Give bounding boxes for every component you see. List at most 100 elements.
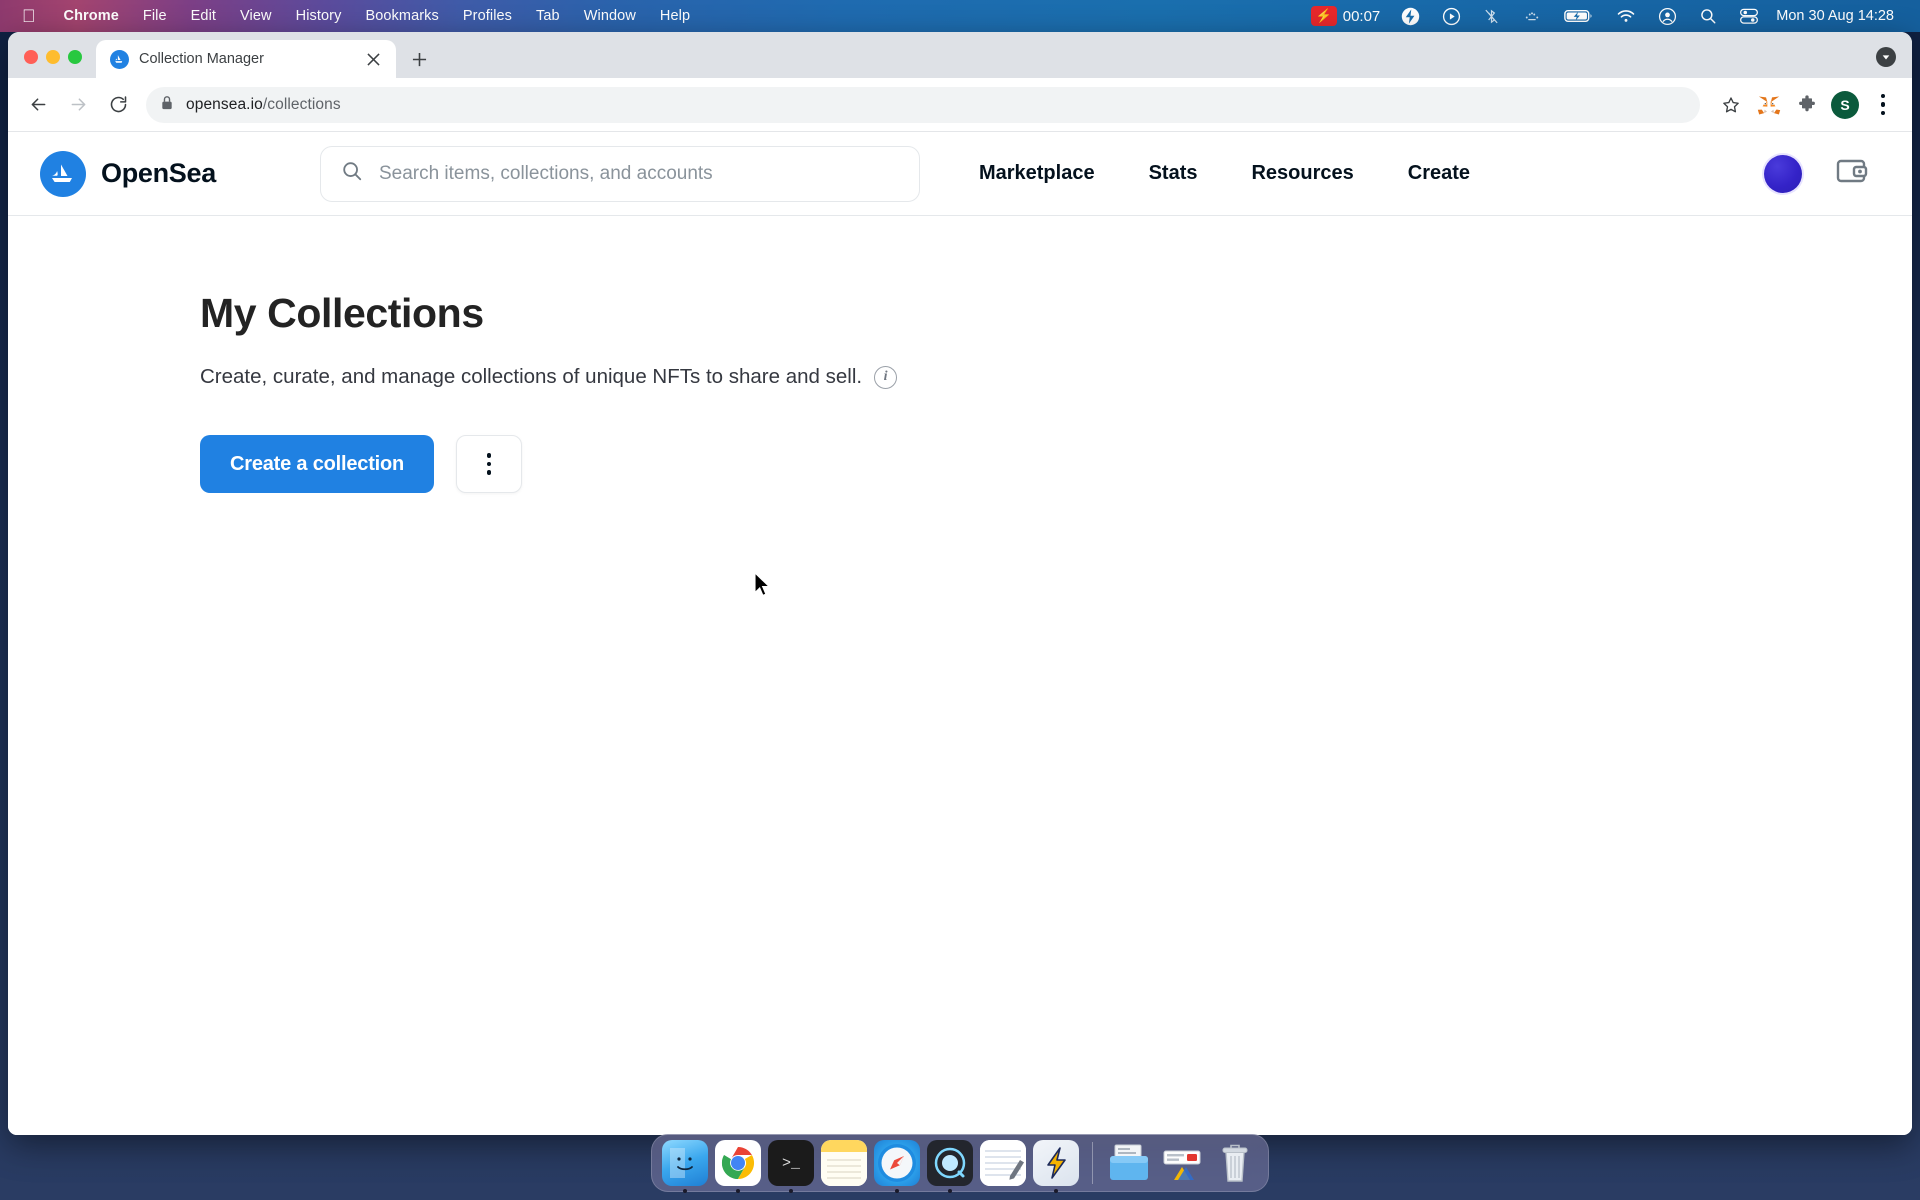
- page-title: My Collections: [200, 290, 484, 336]
- mouse-cursor: [754, 572, 771, 597]
- chrome-menu-icon[interactable]: [1866, 88, 1900, 122]
- nav-link-stats[interactable]: Stats: [1122, 162, 1225, 185]
- tab-search-button[interactable]: [1876, 47, 1896, 67]
- page-content: My Collections Create, curate, and manag…: [8, 216, 1912, 493]
- metamask-fox-icon[interactable]: [1752, 88, 1786, 122]
- browser-toolbar: opensea.io/collections S: [8, 78, 1912, 132]
- dock-app-bolt[interactable]: [1033, 1140, 1079, 1193]
- wallet-icon[interactable]: [1836, 156, 1868, 191]
- menu-item-history[interactable]: History: [284, 4, 354, 28]
- create-a-collection-button[interactable]: Create a collection: [200, 435, 435, 493]
- dock-app-finder[interactable]: [662, 1140, 708, 1193]
- menu-bar-items:  Chrome File Edit View History Bookmark…: [0, 0, 702, 32]
- more-options-button[interactable]: [456, 435, 523, 493]
- user-circle-icon[interactable]: [1647, 0, 1688, 32]
- browser-tab-title: Collection Manager: [139, 51, 264, 67]
- menu-item-bookmarks[interactable]: Bookmarks: [353, 4, 450, 28]
- apple-logo-icon[interactable]: : [0, 5, 52, 27]
- url-path: /collections: [262, 95, 341, 113]
- dock-recent-file[interactable]: [1159, 1140, 1205, 1186]
- account-avatar[interactable]: [1764, 154, 1802, 193]
- control-center-icon[interactable]: [1728, 0, 1770, 32]
- running-indicator: [1054, 1189, 1058, 1193]
- minimize-window-button[interactable]: [46, 50, 60, 64]
- close-tab-icon[interactable]: [360, 46, 386, 72]
- menu-item-view[interactable]: View: [228, 4, 284, 28]
- menu-item-profiles[interactable]: Profiles: [451, 4, 524, 28]
- browser-tab-strip: Collection Manager: [8, 32, 1912, 78]
- profile-initial: S: [1831, 90, 1859, 119]
- running-indicator: [736, 1189, 740, 1193]
- search-icon: [341, 160, 363, 187]
- running-indicator: [789, 1189, 793, 1193]
- nav-link-marketplace[interactable]: Marketplace: [952, 162, 1122, 185]
- macos-menu-bar:  Chrome File Edit View History Bookmark…: [0, 0, 1920, 32]
- back-button[interactable]: [18, 85, 58, 125]
- address-bar[interactable]: opensea.io/collections: [146, 86, 1700, 123]
- page-viewport: OpenSea Search items, collections, and a…: [8, 132, 1912, 1135]
- window-traffic-lights: [8, 50, 96, 78]
- page-subtitle: Create, curate, and manage collections o…: [200, 365, 863, 388]
- running-indicator: [948, 1189, 952, 1193]
- dock-separator: [1092, 1142, 1093, 1184]
- maximize-window-button[interactable]: [68, 50, 82, 64]
- search-input-placeholder: Search items, collections, and accounts: [378, 162, 713, 184]
- dock-app-google-chrome[interactable]: [715, 1140, 761, 1193]
- dock-app-terminal[interactable]: >_: [768, 1140, 814, 1193]
- running-indicator: [895, 1189, 899, 1193]
- address-bar-url: opensea.io/collections: [186, 96, 341, 114]
- menu-bar-clock[interactable]: Mon 30 Aug 14:28: [1770, 8, 1894, 24]
- wifi-icon[interactable]: [1605, 0, 1647, 32]
- battery-charging-icon[interactable]: [1553, 0, 1605, 32]
- profile-avatar[interactable]: S: [1828, 88, 1862, 122]
- play-circle-icon[interactable]: [1431, 0, 1472, 32]
- screen-recording-indicator[interactable]: ⚡ 00:07: [1301, 6, 1391, 26]
- opensea-favicon-icon: [110, 49, 129, 69]
- url-domain: opensea.io: [186, 95, 263, 113]
- opensea-site-header: OpenSea Search items, collections, and a…: [8, 132, 1912, 216]
- dock-downloads-folder[interactable]: [1106, 1140, 1152, 1186]
- opensea-brand-name: OpenSea: [101, 158, 216, 188]
- menu-bar-status-items: ⚡ 00:07 Mon 30 Aug 14:28: [1301, 0, 1908, 32]
- site-search-box[interactable]: Search items, collections, and accounts: [319, 145, 920, 202]
- extensions-puzzle-icon[interactable]: [1790, 88, 1824, 122]
- search-icon[interactable]: [1688, 0, 1728, 32]
- dock-app-notes[interactable]: [821, 1140, 867, 1186]
- browser-tab[interactable]: Collection Manager: [96, 40, 396, 78]
- bluetooth-off-icon[interactable]: [1472, 0, 1511, 32]
- running-indicator: [683, 1189, 687, 1193]
- opensea-boat-logo-icon: [40, 150, 86, 197]
- site-nav: Marketplace Stats Resources Create: [952, 162, 1497, 185]
- reload-button[interactable]: [98, 85, 138, 125]
- forward-button[interactable]: [58, 85, 98, 125]
- menu-item-edit[interactable]: Edit: [179, 4, 228, 28]
- flash-bolt-icon[interactable]: [1390, 0, 1431, 32]
- opensea-logo[interactable]: OpenSea: [40, 150, 216, 197]
- menu-item-chrome[interactable]: Chrome: [52, 4, 131, 28]
- menu-item-help[interactable]: Help: [648, 4, 702, 28]
- dock-app-quicktime-player[interactable]: [927, 1140, 973, 1193]
- action-button-row: Create a collection: [200, 435, 1912, 493]
- keyboard-brightness-icon[interactable]: [1511, 0, 1553, 32]
- dock-trash[interactable]: [1212, 1140, 1258, 1186]
- lock-icon: [160, 95, 174, 115]
- close-window-button[interactable]: [24, 50, 38, 64]
- menu-item-window[interactable]: Window: [572, 4, 648, 28]
- screen-record-icon: ⚡: [1310, 6, 1337, 26]
- nav-link-create[interactable]: Create: [1381, 162, 1497, 185]
- nav-link-resources[interactable]: Resources: [1224, 162, 1380, 185]
- three-dot-glyph: [1880, 93, 1886, 116]
- dock-app-textedit[interactable]: [980, 1140, 1026, 1186]
- chrome-browser-window: Collection Manager opensea.io/collection: [8, 32, 1912, 1135]
- dock-app-safari[interactable]: [874, 1140, 920, 1193]
- menu-item-file[interactable]: File: [131, 4, 179, 28]
- menu-item-tab[interactable]: Tab: [524, 4, 572, 28]
- site-header-actions: [1764, 154, 1882, 193]
- recording-time: 00:07: [1342, 7, 1381, 25]
- page-subtitle-row: Create, curate, and manage collections o…: [200, 365, 1912, 389]
- bookmark-star-icon[interactable]: [1714, 88, 1748, 122]
- new-tab-button[interactable]: [406, 46, 432, 72]
- info-icon[interactable]: i: [874, 365, 898, 389]
- three-dot-menu-icon: [486, 453, 492, 475]
- terminal-prompt-glyph: >_: [781, 1154, 800, 1172]
